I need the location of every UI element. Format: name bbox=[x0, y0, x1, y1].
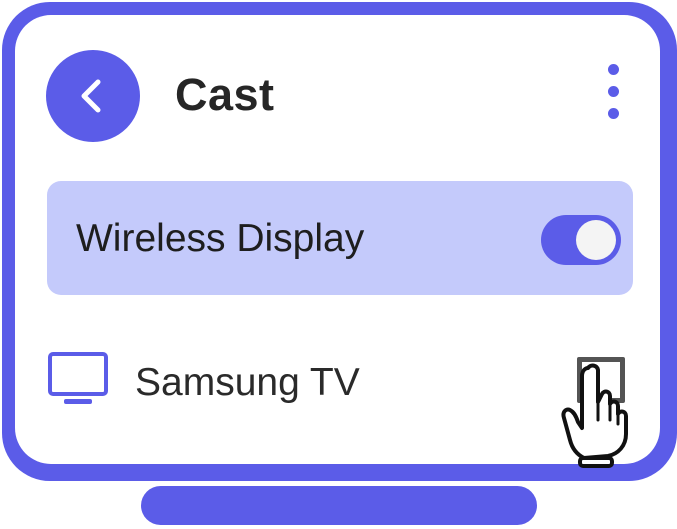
back-button[interactable] bbox=[46, 50, 140, 142]
page-title: Cast bbox=[175, 69, 275, 120]
more-vertical-icon-dot bbox=[608, 86, 619, 97]
toggle-knob bbox=[576, 220, 616, 260]
wireless-display-toggle[interactable] bbox=[541, 215, 621, 265]
wireless-display-label: Wireless Display bbox=[76, 217, 365, 260]
wireless-display-row[interactable]: Wireless Display bbox=[47, 181, 633, 295]
chevron-left-icon bbox=[81, 79, 101, 113]
device-stand bbox=[141, 486, 537, 525]
more-vertical-icon-dot bbox=[608, 108, 619, 119]
more-vertical-icon bbox=[608, 64, 619, 75]
device-list-item[interactable]: Samsung TV bbox=[47, 345, 633, 425]
device-name: Samsung TV bbox=[135, 361, 360, 404]
hand-pointer-icon bbox=[561, 363, 628, 468]
more-options-button[interactable] bbox=[600, 62, 628, 122]
device-illustration: Cast Wireless Display Samsung TV bbox=[0, 0, 677, 529]
tv-icon bbox=[48, 352, 108, 404]
